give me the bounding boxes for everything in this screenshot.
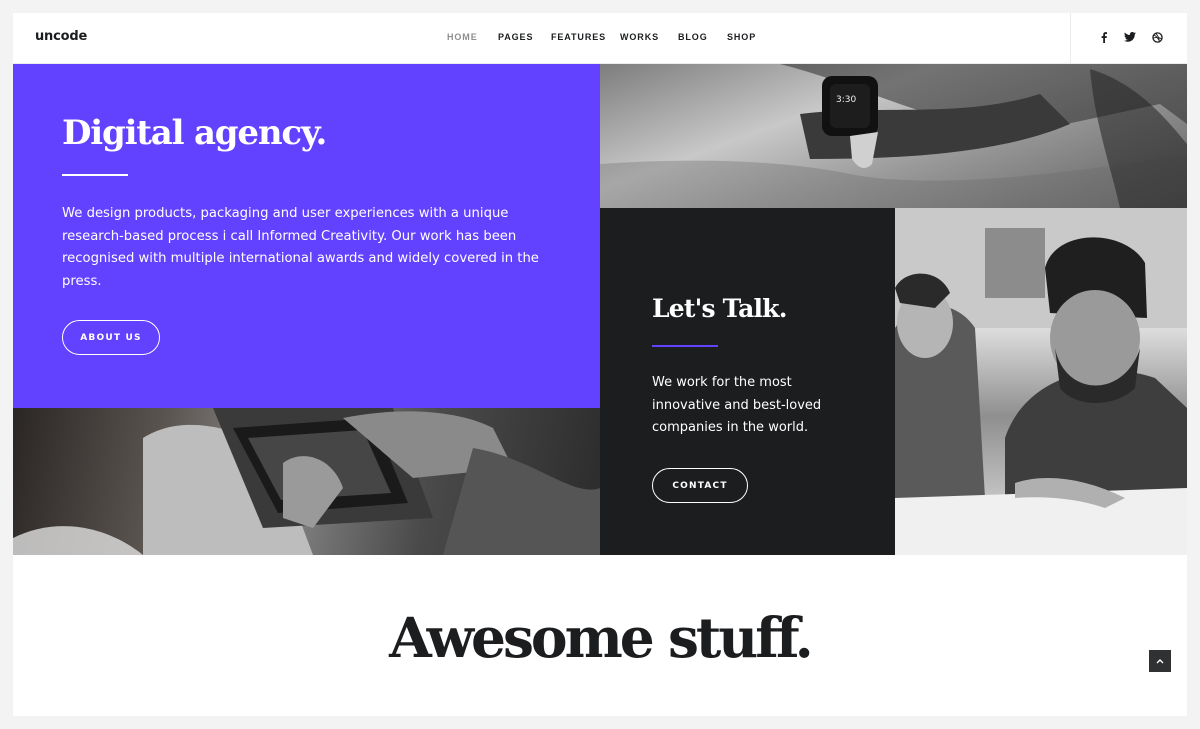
contact-button[interactable]: CONTACT (652, 468, 748, 503)
about-us-button[interactable]: ABOUT US (62, 320, 160, 355)
nav-item-pages[interactable]: PAGES (498, 32, 533, 42)
hero-grid: Digital agency. We design products, pack… (13, 64, 1187, 555)
main-nav: HOME PAGES FEATURES WORKS BLOG SHOP (13, 13, 1187, 64)
site-header: uncode HOME PAGES FEATURES WORKS BLOG SH… (13, 13, 1187, 64)
scroll-to-top-button[interactable] (1149, 650, 1171, 672)
team-meeting-photo (895, 208, 1187, 555)
nav-item-blog[interactable]: BLOG (678, 32, 708, 42)
facebook-icon[interactable] (1097, 30, 1111, 44)
lets-talk-heading: Let's Talk. (652, 294, 787, 323)
smartwatch-photo: 3:30 (600, 64, 1187, 208)
dribbble-icon[interactable] (1150, 30, 1164, 44)
nav-item-features[interactable]: FEATURES (551, 32, 606, 42)
nav-item-home[interactable]: HOME (447, 32, 478, 42)
laptop-typing-photo (13, 408, 600, 555)
twitter-icon[interactable] (1123, 30, 1137, 44)
chevron-up-icon (1156, 658, 1164, 664)
heading-divider (62, 174, 128, 176)
section-heading: Awesome stuff. (389, 605, 814, 670)
digital-agency-text: We design products, packaging and user e… (62, 206, 539, 290)
lets-talk-text: We work for the most innovative and best… (652, 375, 822, 436)
nav-item-works[interactable]: WORKS (620, 32, 659, 42)
digital-agency-panel: Digital agency. We design products, pack… (13, 64, 600, 408)
page-frame: uncode HOME PAGES FEATURES WORKS BLOG SH… (13, 13, 1187, 716)
svg-text:3:30: 3:30 (836, 95, 856, 105)
social-links (1070, 13, 1187, 64)
lets-talk-panel: Let's Talk. We work for the most innovat… (600, 208, 895, 555)
digital-agency-heading: Digital agency. (62, 113, 327, 153)
heading-divider (652, 345, 718, 347)
nav-item-shop[interactable]: SHOP (727, 32, 756, 42)
